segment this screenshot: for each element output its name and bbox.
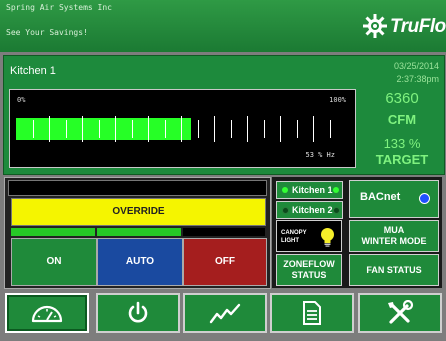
- gear-icon: [363, 14, 387, 38]
- gauge-tick: [330, 120, 331, 138]
- gauge-tick: [82, 116, 83, 142]
- nav-power-button[interactable]: [96, 293, 180, 333]
- target-label: TARGET: [375, 152, 429, 167]
- mua-line2: WINTER MODE: [361, 236, 427, 246]
- mode-control-panel: OVERRIDE ON AUTO OFF: [4, 177, 271, 289]
- gauge-tick: [115, 116, 116, 142]
- gauge-tick: [33, 120, 34, 138]
- gauge-tick: [297, 120, 298, 138]
- truflow-logo: TruFlow: [362, 12, 446, 40]
- kitchen1-label: Kitchen 1: [292, 185, 333, 195]
- light-bulb-icon: [321, 228, 334, 247]
- gauge-tick: [264, 120, 265, 138]
- company-name: Spring Air Systems Inc: [6, 3, 112, 12]
- kitchen2-led-icon: [282, 207, 289, 214]
- zoneflow-label: ZONEFLOW STATUS: [283, 259, 335, 281]
- nav-trend-button[interactable]: [183, 293, 267, 333]
- trend-chart-icon: [209, 303, 241, 324]
- gauge-tick: [280, 116, 281, 142]
- cfm-value: 6360: [385, 90, 419, 107]
- gauge-tick: [231, 120, 232, 138]
- kitchen2-button[interactable]: Kitchen 2: [276, 201, 343, 219]
- status-panel: Kitchen 1 03/25/2014 2:37:38pm 0% 100% 5…: [3, 55, 445, 175]
- auto-indicator: [97, 228, 181, 236]
- time-display: 2:37:38pm: [396, 74, 439, 84]
- canopy-label-line1: CANOPY: [281, 230, 307, 236]
- zoneflow-status-button[interactable]: ZONEFLOW STATUS: [276, 254, 342, 286]
- gauge-min-label: 0%: [17, 96, 26, 104]
- speedometer-icon: [31, 305, 63, 323]
- date-display: 03/25/2014: [393, 61, 439, 71]
- tagline: See Your Savings!: [6, 28, 88, 37]
- power-icon: [128, 301, 148, 323]
- kitchen2-led-right-icon: [333, 207, 340, 214]
- gauge-tick: [49, 116, 50, 142]
- gauge-tick: [148, 116, 149, 142]
- gauge-track: [16, 116, 346, 142]
- mua-winter-mode-button[interactable]: MUA WINTER MODE: [349, 220, 439, 252]
- gauge-tick: [99, 120, 100, 138]
- target-percent-value: 133 %: [383, 136, 421, 151]
- kitchen1-led-icon: [282, 187, 288, 193]
- nav-settings-button[interactable]: [358, 293, 442, 333]
- kitchen1-led-right-icon: [333, 187, 339, 193]
- gauge-tick: [313, 116, 314, 142]
- logo-text: TruFlow: [390, 16, 446, 37]
- auto-button[interactable]: AUTO: [97, 238, 183, 286]
- fan-speed-gauge: 0% 100% 53 % Hz: [9, 89, 356, 168]
- canopy-label-line2: LIGHT: [281, 238, 299, 244]
- off-indicator: [183, 228, 265, 236]
- gauge-tick: [66, 120, 67, 138]
- zone-name: Kitchen 1: [10, 65, 56, 77]
- mua-label: MUA WINTER MODE: [362, 225, 427, 247]
- on-indicator: [11, 228, 95, 236]
- kitchen2-label: Kitchen 2: [292, 205, 333, 215]
- bacnet-button[interactable]: BACnet: [349, 180, 439, 218]
- screen: Spring Air Systems Inc See Your Savings!: [0, 0, 446, 341]
- gauge-tick: [132, 120, 133, 138]
- fan-status-button[interactable]: FAN STATUS: [349, 254, 439, 286]
- tools-icon: [388, 300, 414, 324]
- override-button[interactable]: OVERRIDE: [11, 198, 266, 226]
- zoneflow-line1: ZONEFLOW: [283, 259, 335, 269]
- canopy-light-button[interactable]: CANOPY LIGHT: [276, 220, 342, 252]
- document-icon: [303, 301, 321, 325]
- off-button[interactable]: OFF: [183, 238, 267, 286]
- gauge-hz-label: 53 % Hz: [305, 151, 335, 159]
- header: Spring Air Systems Inc See Your Savings!: [0, 0, 446, 52]
- fan-status-label: FAN STATUS: [366, 264, 422, 275]
- nav-dashboard-button[interactable]: [5, 293, 89, 333]
- gauge-tick: [214, 116, 215, 142]
- on-button[interactable]: ON: [11, 238, 97, 286]
- nav-report-button[interactable]: [270, 293, 354, 333]
- gauge-tick: [165, 120, 166, 138]
- gauge-tick: [181, 116, 182, 142]
- status-message-bar: [8, 180, 267, 196]
- gauge-tick: [198, 120, 199, 138]
- bacnet-label: BACnet: [360, 191, 401, 203]
- canopy-light-label: CANOPY LIGHT: [281, 229, 307, 245]
- side-panel: Kitchen 1 Kitchen 2 BACnet CANOPY LIGHT: [272, 177, 442, 288]
- gauge-tick: [247, 116, 248, 142]
- gauge-max-label: 100%: [329, 96, 346, 104]
- zoneflow-line2: STATUS: [291, 270, 327, 280]
- bacnet-status-icon: [419, 193, 430, 204]
- cfm-label: CFM: [387, 112, 417, 127]
- kitchen1-button[interactable]: Kitchen 1: [276, 181, 343, 199]
- mua-line1: MUA: [383, 225, 405, 235]
